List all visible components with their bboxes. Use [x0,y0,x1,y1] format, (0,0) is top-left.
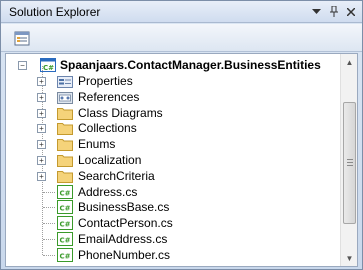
window-title: Solution Explorer [9,5,101,19]
scrollbar-thumb[interactable] [343,102,356,224]
properties-icon [14,31,30,45]
svg-text:C#: C# [60,189,71,197]
expand-toggle[interactable]: + [37,108,46,118]
svg-text:C#: C# [60,237,71,245]
properties-toolbar-button[interactable] [11,28,33,48]
tree-item-label: EmailAddress.cs [78,232,168,246]
tree-item-label: Collections [78,121,137,136]
tree-item-label: References [78,89,140,104]
toolbar [1,24,362,52]
references-icon [57,91,73,104]
properties-folder-icon [57,76,73,88]
folder-icon [57,107,73,120]
collapse-toggle[interactable]: − [18,61,27,70]
tree-item-label: Address.cs [78,184,138,199]
expand-toggle[interactable]: + [37,156,46,165]
folder-icon [57,123,73,136]
tree-item-label: SearchCriteria [78,168,155,183]
expand-toggle[interactable]: + [37,171,46,181]
tree-item-label: PhoneNumber.cs [78,247,171,262]
folder-icon [57,170,73,183]
folder-icon [57,139,73,152]
csharp-file-icon: C# [57,200,73,215]
folder-icon [57,155,73,167]
csharp-file-icon: C# [57,216,73,231]
tree-item-label: ContactPerson.cs [78,216,173,231]
title-bar-controls [309,4,358,19]
close-icon [346,7,355,16]
tree-item-label: Enums [78,137,116,152]
svg-text:C#: C# [60,252,71,260]
csharp-file-icon: C# [57,247,73,262]
svg-text:C#: C# [43,64,54,72]
expand-toggle[interactable]: + [37,77,46,86]
expand-toggle[interactable]: + [37,140,46,150]
tree-item-label: BusinessBase.cs [78,200,170,215]
svg-text:C#: C# [60,205,71,213]
csharp-file-icon: C# [57,232,73,246]
pin-icon [329,6,338,17]
expand-toggle[interactable]: + [37,92,46,102]
tree-item-label: Localization [78,153,142,167]
vertical-scrollbar[interactable]: ▲ ▼ [340,54,357,266]
tree-item-label: Properties [78,74,133,88]
close-button[interactable] [343,4,358,19]
csharp-file-icon: C# [57,184,73,199]
tree-item-label: Class Diagrams [78,105,163,120]
solution-tree-view[interactable]: − C# Spaanjaars.ContactManager.BusinessE… [5,53,358,267]
auto-hide-pin-button[interactable] [326,4,341,19]
solution-explorer-window: Solution Explorer − C# Spaanjaars.Contac… [0,0,363,270]
scroll-up-button[interactable]: ▲ [341,54,357,70]
title-bar: Solution Explorer [1,1,362,23]
scroll-down-button[interactable]: ▼ [341,250,357,266]
expand-toggle[interactable]: + [37,124,46,134]
chevron-down-icon [312,8,321,14]
tree: − C# Spaanjaars.ContactManager.BusinessE… [6,54,340,266]
project-label: Spaanjaars.ContactManager.BusinessEntiti… [60,58,321,72]
window-dropdown-button[interactable] [309,4,324,19]
svg-text:C#: C# [60,221,71,229]
